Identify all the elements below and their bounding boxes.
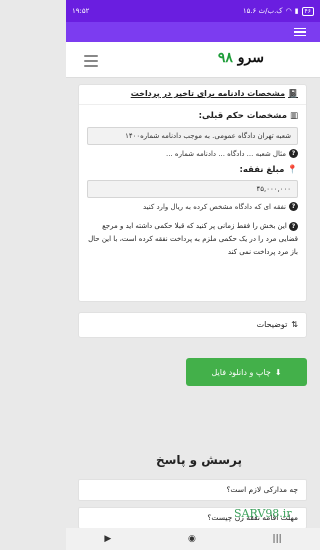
barcode-icon: ▥ (289, 111, 298, 121)
alimony-label: مبلغ نفقه: (239, 165, 285, 175)
form-card: 📓 مشخصات دادنامه برای تاخیر در پرداخت ▥ … (78, 84, 307, 302)
battery-icon: ۴۶ (301, 6, 314, 16)
app-nav-strip (66, 22, 320, 42)
sort-icon: ⇅ (291, 320, 298, 329)
home-icon[interactable]: ◉ (188, 534, 196, 544)
question-icon: ? (289, 222, 298, 231)
previous-ruling-label: مشخصات حکم قبلی: (198, 111, 287, 121)
print-download-button[interactable]: ⬇ چاپ و دانلود فایل (186, 358, 307, 386)
status-bar: ۱۹:۵۲ ۱۵.۶ ک.ب/ث ◠ ▮ ۴۶ (66, 0, 320, 22)
back-icon[interactable]: ▶ (104, 534, 111, 544)
hamburger-icon[interactable] (84, 55, 98, 70)
recents-icon[interactable]: ||| (273, 534, 282, 544)
description-label: توضیحات (256, 320, 288, 329)
site-watermark: SARV98.ir (234, 507, 292, 520)
alimony-amount-input[interactable]: ۴۵,۰۰۰,۰۰۰ (87, 180, 298, 198)
description-card[interactable]: ⇅ توضیحات (78, 312, 307, 338)
previous-ruling-input[interactable]: شعبه تهران دادگاه عمومی. به موجب دادنامه… (87, 127, 298, 145)
logo-text: سرو (237, 50, 264, 66)
logo-number: ۹۸ (217, 50, 233, 66)
previous-ruling-hint: ? مثال شعبه ... دادگاه ... دادنامه شماره… (87, 149, 298, 158)
status-left: ۱۹:۵۲ (72, 7, 89, 15)
section-title: مشخصات دادنامه برای تاخیر در پرداخت (130, 89, 286, 98)
location-pin-icon: 📍 (287, 165, 298, 175)
alimony-label-row: 📍 مبلغ نفقه: (87, 165, 298, 175)
download-icon: ⬇ (274, 367, 282, 377)
print-download-label: چاپ و دانلود فایل (211, 367, 271, 377)
system-nav-bar: ▶ ◉ ||| (66, 528, 320, 550)
alimony-hint-text: نفقه ای که دادگاه مشخص کرده به ریال وارد… (142, 202, 286, 211)
previous-ruling-example: مثال شعبه ... دادگاه ... دادنامه شماره .… (166, 149, 286, 158)
question-icon: ? (289, 149, 298, 158)
wifi-icon: ◠ (285, 7, 292, 15)
network-speed: ۱۵.۶ ک.ب/ث (242, 7, 283, 15)
faq-title: پرسش و پاسخ (155, 453, 242, 467)
site-header: سرو ۹۸ (66, 42, 320, 78)
site-logo[interactable]: سرو ۹۸ (215, 50, 264, 66)
book-icon: 📓 (288, 89, 298, 98)
question-icon: ? (289, 202, 298, 211)
status-right: ۱۵.۶ ک.ب/ث ◠ ▮ ۴۶ (242, 6, 314, 16)
notice-text: این بخش را فقط زمانی پر کنید که قبلا حکم… (88, 222, 298, 256)
faq-item[interactable]: چه مدارکی لازم است؟ (78, 479, 307, 501)
section-heading: 📓 مشخصات دادنامه برای تاخیر در پرداخت (79, 85, 306, 102)
notice-block: ? این بخش را فقط زمانی پر کنید که قبلا ح… (87, 220, 298, 259)
previous-ruling-label-row: ▥ مشخصات حکم قبلی: (87, 111, 298, 121)
signal-icon: ▮ (294, 7, 299, 15)
alimony-hint: ? نفقه ای که دادگاه مشخص کرده به ریال وا… (87, 202, 298, 211)
status-time: ۱۹:۵۲ (72, 7, 90, 15)
menu-icon[interactable] (294, 27, 306, 37)
